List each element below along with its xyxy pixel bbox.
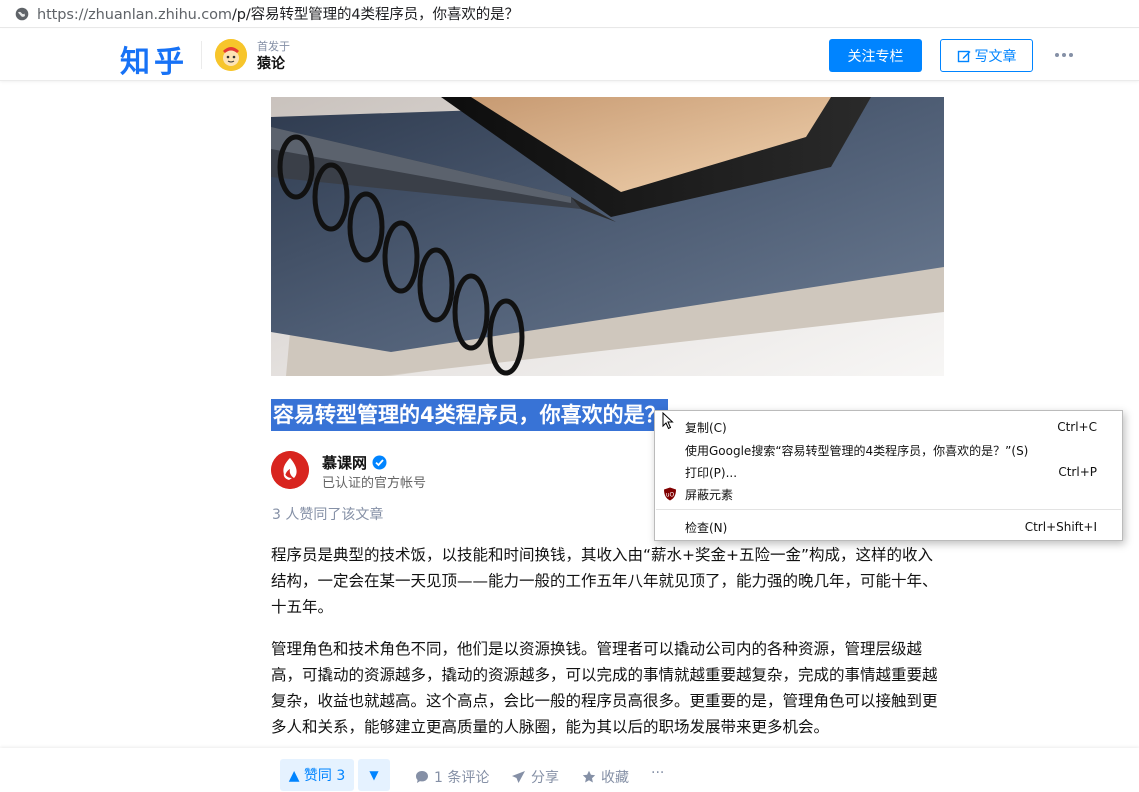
more-icon[interactable] <box>1052 43 1076 67</box>
context-menu-separator <box>656 509 1121 510</box>
context-menu-label: 检查(N) <box>685 520 728 535</box>
column-avatar[interactable] <box>215 39 247 71</box>
article-title-wrap: 容易转型管理的4类程序员，你喜欢的是？ <box>271 399 668 431</box>
context-menu-inspect[interactable]: 检查(N) Ctrl+Shift+I <box>655 516 1122 538</box>
context-menu-google-search[interactable]: 使用Google搜索“容易转型管理的4类程序员，你喜欢的是？”(S) <box>655 439 1122 461</box>
context-menu-shortcut: Ctrl+Shift+I <box>1024 520 1097 534</box>
comment-icon <box>416 771 428 783</box>
context-menu-label: 复制(C) <box>685 420 727 435</box>
monkey-face-icon <box>215 39 247 71</box>
content-actions-bar: ▲ 赞同 3 ▼ 1 条评论 分享 收藏 ··· <box>0 748 1139 792</box>
article-paragraph: 管理角色和技术角色不同，他们是以资源换钱。管理者可以撬动公司内的各种资源，管理层… <box>271 640 938 736</box>
comment-button[interactable]: 1 条评论 <box>415 767 489 787</box>
context-menu: 复制(C) Ctrl+C 使用Google搜索“容易转型管理的4类程序员，你喜欢… <box>654 410 1123 541</box>
context-menu-copy[interactable]: 复制(C) Ctrl+C <box>655 416 1122 438</box>
author-avatar[interactable] <box>271 451 309 489</box>
article-cover-image <box>271 97 944 376</box>
context-menu-block-element[interactable]: uO 屏蔽元素 <box>655 483 1122 505</box>
follow-column-label: 关注专栏 <box>847 48 904 65</box>
edit-icon <box>957 50 970 62</box>
published-in-label: 首发于 <box>257 40 290 53</box>
vote-down-button[interactable]: ▼ <box>358 759 390 791</box>
context-menu-label: 打印(P)... <box>685 465 738 480</box>
svg-text:uO: uO <box>666 492 675 499</box>
write-article-button[interactable]: 写文章 <box>940 39 1033 72</box>
share-icon <box>512 771 525 783</box>
address-bar[interactable]: https://zhuanlan.zhihu.com/p/容易转型管理的4类程序… <box>0 0 1139 28</box>
share-button[interactable]: 分享 <box>511 767 559 787</box>
verified-icon <box>372 455 387 470</box>
flame-logo-icon <box>271 451 309 489</box>
author-description: 已认证的官方帐号 <box>322 476 427 491</box>
agree-count[interactable]: 3 人赞同了该文章 <box>272 504 383 524</box>
context-menu-label: 屏蔽元素 <box>685 487 734 502</box>
context-menu-shortcut: Ctrl+P <box>1058 465 1097 479</box>
author-name[interactable]: 慕课网 <box>322 452 387 473</box>
follow-column-button[interactable]: 关注专栏 <box>829 39 922 72</box>
mouse-cursor-icon <box>662 412 674 430</box>
url-path: /p/容易转型管理的4类程序员，你喜欢的是？ <box>231 7 519 23</box>
article-title: 容易转型管理的4类程序员，你喜欢的是？ <box>271 399 668 431</box>
vote-up-button[interactable]: ▲ 赞同 3 <box>280 759 354 791</box>
article-paragraph: 程序员是典型的技术饭，以技能和时间换钱，其收入由“薪水+奖金+五险一金”构成，这… <box>271 546 938 616</box>
context-menu-shortcut: Ctrl+C <box>1057 420 1097 434</box>
zhihu-logo[interactable]: 知乎 <box>120 37 188 81</box>
ublock-icon: uO <box>664 487 676 501</box>
column-meta: 首发于 猿论 <box>257 40 290 74</box>
column-name[interactable]: 猿论 <box>257 54 290 74</box>
star-icon <box>582 770 596 783</box>
context-menu-label: 使用Google搜索“容易转型管理的4类程序员，你喜欢的是？”(S) <box>685 443 1029 458</box>
share-label: 分享 <box>531 770 559 786</box>
globe-icon <box>15 7 29 20</box>
header-divider <box>201 41 202 69</box>
comment-label: 1 条评论 <box>434 770 490 786</box>
url-host: https://zhuanlan.zhihu.com <box>37 7 232 23</box>
author-name-text: 慕课网 <box>322 454 368 472</box>
vote-up-label: ▲ 赞同 3 <box>288 768 346 784</box>
more-actions-label: ··· <box>651 765 665 781</box>
favorite-button[interactable]: 收藏 <box>582 767 629 787</box>
site-header: 知乎 首发于 猿论 关注专栏 写文章 <box>0 29 1139 81</box>
favorite-label: 收藏 <box>601 770 629 786</box>
more-actions-button[interactable]: ··· <box>651 765 664 781</box>
vote-down-label: ▼ <box>369 768 379 782</box>
write-article-label: 写文章 <box>974 48 1017 65</box>
context-menu-print[interactable]: 打印(P)... Ctrl+P <box>655 461 1122 483</box>
url-text: https://zhuanlan.zhihu.com/p/容易转型管理的4类程序… <box>37 3 519 24</box>
